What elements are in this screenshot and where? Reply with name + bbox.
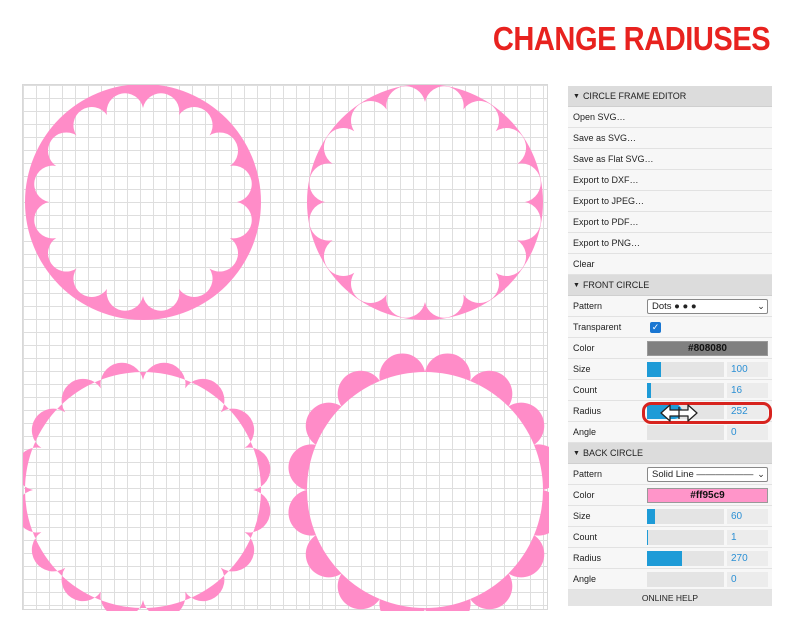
row-label: Radius [573, 553, 602, 563]
back-size-row: Size 60 [568, 506, 772, 527]
collapse-triangle-icon: ▼ [573, 282, 580, 289]
section-front-circle[interactable]: ▼ FRONT CIRCLE [568, 275, 772, 296]
control-panel: ▼ CIRCLE FRAME EDITOR Open SVG… Save as S… [568, 86, 772, 606]
back-color-swatch[interactable]: #ff95c9 [647, 487, 768, 503]
collapse-triangle-icon: ▼ [573, 93, 580, 100]
section-circle-frame-editor[interactable]: ▼ CIRCLE FRAME EDITOR [568, 86, 772, 107]
row-label: Pattern [573, 301, 603, 311]
circle-frames [23, 85, 549, 611]
row-label: Radius [573, 406, 602, 416]
menu-save-flat-svg[interactable]: Save as Flat SVG… [568, 149, 772, 170]
row-label: Pattern [573, 469, 603, 479]
row-label: Angle [573, 427, 597, 437]
front-angle-input[interactable]: 0 [727, 424, 768, 440]
front-pattern-select[interactable]: Dots ● ● ● ⌄ [647, 298, 768, 314]
front-count-row: Count 16 [568, 380, 772, 401]
menu-export-dxf[interactable]: Export to DXF… [568, 170, 772, 191]
front-transparent-row: Transparent ✓ [568, 317, 772, 338]
menu-export-jpeg[interactable]: Export to JPEG… [568, 191, 772, 212]
menu-save-svg[interactable]: Save as SVG… [568, 128, 772, 149]
row-label: Color [573, 490, 595, 500]
drawing-canvas[interactable] [22, 84, 549, 611]
row-label: Count [573, 532, 598, 542]
back-radius-slider[interactable] [647, 550, 724, 566]
row-label: Size [573, 511, 591, 521]
check-icon: ✓ [651, 321, 660, 332]
collapse-triangle-icon: ▼ [573, 450, 580, 457]
back-angle-row: Angle 0 [568, 569, 772, 590]
online-help-button[interactable]: ONLINE HELP [568, 590, 772, 606]
front-size-slider[interactable] [647, 361, 724, 377]
front-color-swatch[interactable]: #808080 [647, 340, 768, 356]
select-value: Solid Line —————— [652, 468, 754, 480]
back-count-input[interactable]: 1 [727, 529, 768, 545]
row-label: Size [573, 364, 591, 374]
menu-open-svg[interactable]: Open SVG… [568, 107, 772, 128]
chevron-down-icon: ⌄ [757, 300, 765, 311]
back-angle-slider[interactable] [647, 571, 724, 587]
menu-export-pdf[interactable]: Export to PDF… [568, 212, 772, 233]
front-size-input[interactable]: 100 [727, 361, 768, 377]
frame-top-right [307, 85, 543, 320]
section-title: CIRCLE FRAME EDITOR [582, 91, 687, 101]
chevron-down-icon: ⌄ [757, 468, 765, 479]
front-count-slider[interactable] [647, 382, 724, 398]
frame-bottom-right [288, 353, 549, 611]
page-headline: CHANGE RADIUSES [492, 20, 771, 57]
back-size-input[interactable]: 60 [727, 508, 768, 524]
back-pattern-select[interactable]: Solid Line —————— ⌄ [647, 466, 768, 482]
back-color-row: Color #ff95c9 [568, 485, 772, 506]
back-pattern-row: Pattern Solid Line —————— ⌄ [568, 464, 772, 485]
row-label: Count [573, 385, 598, 395]
back-angle-input[interactable]: 0 [727, 571, 768, 587]
menu-clear[interactable]: Clear [568, 254, 772, 275]
section-title: FRONT CIRCLE [582, 280, 650, 290]
menu-export-png[interactable]: Export to PNG… [568, 233, 772, 254]
frame-top-left [25, 85, 261, 320]
row-label: Transparent [573, 322, 622, 332]
front-angle-row: Angle 0 [568, 422, 772, 443]
front-pattern-row: Pattern Dots ● ● ● ⌄ [568, 296, 772, 317]
resize-cursor-icon [660, 404, 698, 422]
section-back-circle[interactable]: ▼ BACK CIRCLE [568, 443, 772, 464]
row-label: Angle [573, 574, 597, 584]
front-transparent-checkbox[interactable]: ✓ [650, 321, 661, 333]
row-label: Color [573, 343, 595, 353]
select-value: Dots ● ● ● [652, 300, 697, 312]
back-radius-input[interactable]: 270 [727, 550, 768, 566]
front-color-row: Color #808080 [568, 338, 772, 359]
front-angle-slider[interactable] [647, 424, 724, 440]
front-count-input[interactable]: 16 [727, 382, 768, 398]
back-count-row: Count 1 [568, 527, 772, 548]
back-radius-row: Radius 270 [568, 548, 772, 569]
front-size-row: Size 100 [568, 359, 772, 380]
section-title: BACK CIRCLE [582, 448, 643, 458]
back-count-slider[interactable] [647, 529, 724, 545]
back-size-slider[interactable] [647, 508, 724, 524]
frame-bottom-left [23, 362, 271, 611]
